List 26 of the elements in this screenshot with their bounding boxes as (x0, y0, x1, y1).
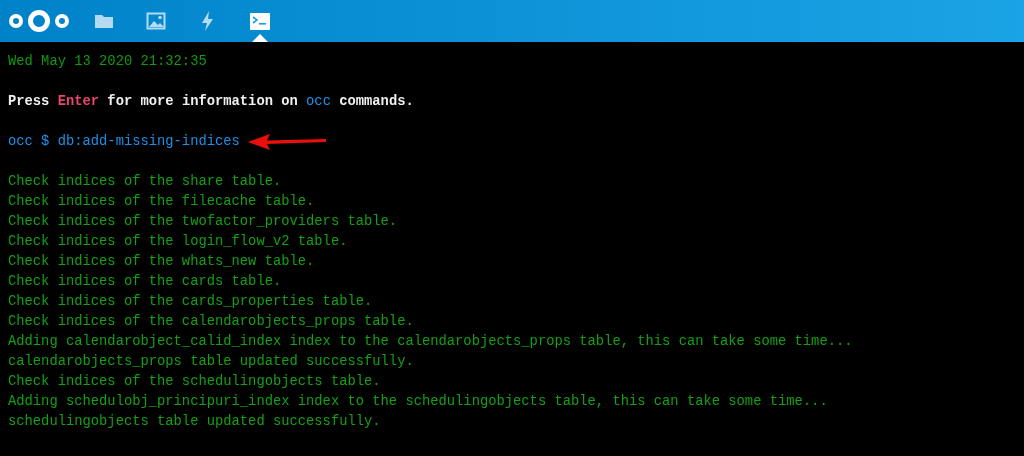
output-line: Check indices of the schedulingobjects table. (8, 373, 381, 391)
terminal-text: Enter (57, 93, 100, 111)
terminal-text: commands. (338, 93, 414, 111)
terminal-icon[interactable] (250, 12, 270, 30)
output-line: Check indices of the filecache table. (8, 193, 315, 211)
terminal-text: occ (306, 93, 331, 111)
output-line: schedulingobjects table updated successfully. (8, 413, 381, 431)
lightning-icon[interactable] (201, 11, 215, 31)
output-line: Check indices of the cards table. (8, 273, 282, 291)
output-line: Check indices of the cards_properties table. (8, 293, 373, 311)
image-icon[interactable] (146, 12, 166, 30)
output-line: calendarobjects_props table updated successfully. (8, 353, 414, 371)
output-line: Adding schedulobj_principuri_index index to the schedulingobjects table, this can take some time... (8, 393, 828, 411)
output-line: Check indices of the calendarobjects_props table. (8, 313, 414, 331)
folder-icon[interactable] (94, 13, 114, 29)
output-line: Check indices of the twofactor_providers table. (8, 213, 398, 231)
output-line: Wed May 13 2020 21:32:35 (8, 53, 207, 71)
terminal-text: for more information on (106, 93, 299, 111)
output-line: Check indices of the whats_new table. (8, 253, 315, 271)
output-line: Adding calendarobject_calid_index index to the calendarobjects_props table, this can take some time... (8, 333, 853, 351)
terminal-text: occ $ db:add-missing-indices (8, 133, 240, 151)
active-indicator-icon (252, 34, 268, 42)
logo-icon[interactable] (8, 8, 70, 34)
output-line: Check indices of the share table. (8, 173, 282, 191)
output-line: Check indices of the login_flow_v2 table. (8, 233, 348, 251)
terminal-text: Press (8, 93, 51, 111)
